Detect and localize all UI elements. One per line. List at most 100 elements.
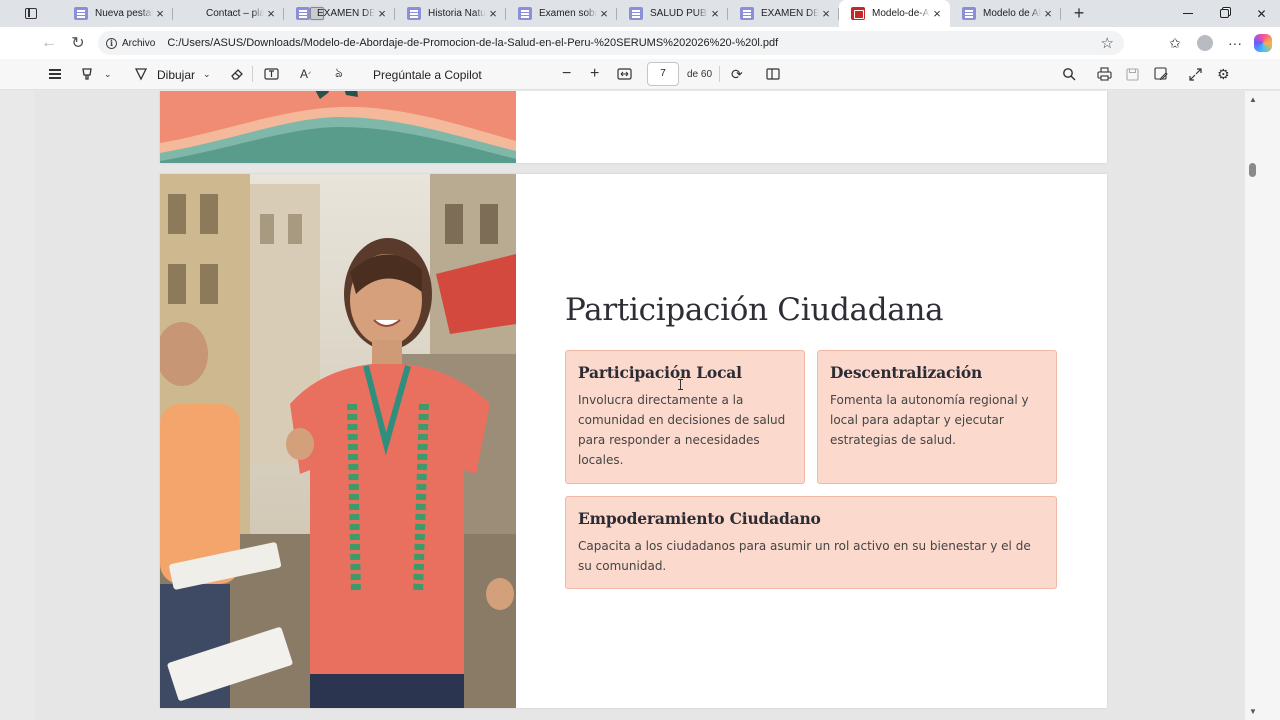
toolbar-separator — [252, 66, 253, 82]
info-card: Descentralización Fomenta la autonomía r… — [817, 350, 1057, 484]
card-text: Involucra directamente a la comunidad en… — [578, 393, 786, 467]
close-icon[interactable]: × — [708, 6, 722, 21]
favorites-icon[interactable]: ✩ — [1164, 32, 1186, 54]
close-window-button[interactable]: ✕ — [1243, 0, 1280, 27]
pdf-toolbar: ⌄ Dibujar ⌄ Aᐟ ঌ Pregúntale a Copilot − … — [0, 59, 1280, 90]
tab-label: SALUD PUBLIC — [650, 8, 708, 19]
tab-label: Nueva pestaña — [95, 8, 153, 19]
url-text[interactable]: C:/Users/ASUS/Downloads/Modelo-de-Aborda… — [167, 37, 778, 49]
doc-icon — [518, 7, 532, 20]
tab-label: Examen sobre l — [539, 8, 597, 19]
page-view-icon[interactable] — [766, 62, 780, 86]
pdf-viewer[interactable]: Participación Ciudadana Participación Lo… — [35, 91, 1245, 720]
tab-0[interactable]: Nueva pestaña × — [62, 0, 173, 27]
text-box-icon[interactable] — [264, 62, 279, 86]
highlight-icon[interactable] — [80, 62, 94, 86]
doc-icon — [740, 7, 754, 20]
refresh-button[interactable]: ↻ — [63, 28, 93, 58]
scrollbar-thumb[interactable] — [1249, 163, 1256, 177]
pdf-page-previous — [160, 91, 1107, 163]
print-icon[interactable] — [1097, 62, 1112, 86]
info-card: Participación Local Involucra directamen… — [565, 350, 805, 484]
url-field[interactable]: i Archivo C:/Users/ASUS/Downloads/Modelo… — [98, 31, 1124, 55]
expand-icon[interactable] — [1189, 62, 1202, 86]
tab-strip: Nueva pestaña × Contact – plan × EXAMEN … — [0, 0, 1280, 27]
tab-7-active[interactable]: Modelo-de-Ab × — [839, 0, 950, 27]
card-text: Capacita a los ciudadanos para asumir un… — [578, 539, 1031, 573]
eraser-icon[interactable] — [230, 62, 244, 86]
tab-1[interactable]: Contact – plan × — [173, 0, 324, 27]
doc-icon — [74, 7, 88, 20]
window-controls: ✕ — [1169, 0, 1280, 27]
browser-actions: ✩ ··· — [1164, 27, 1272, 59]
new-tab-button[interactable]: + — [1065, 0, 1093, 27]
page-total-label: de 60 — [687, 69, 713, 80]
minimize-button[interactable] — [1169, 0, 1206, 27]
card-title: Participación Local — [578, 363, 742, 382]
rotate-icon[interactable]: ⟳ — [731, 62, 743, 86]
illustration-image — [160, 91, 516, 163]
doc-icon — [962, 7, 976, 20]
favorite-star-icon[interactable]: ☆ — [1101, 34, 1114, 52]
tab-actions-icon — [25, 8, 37, 19]
copilot-icon[interactable] — [1254, 34, 1272, 52]
maximize-button[interactable] — [1206, 0, 1243, 27]
info-card: Empoderamiento Ciudadano Capacita a los … — [565, 496, 1057, 589]
save-icon[interactable] — [1126, 62, 1139, 86]
fit-page-icon[interactable] — [617, 62, 632, 86]
tab-label: Modelo de Abc — [983, 8, 1041, 19]
settings-gear-icon[interactable]: ⚙ — [1217, 62, 1230, 86]
card-title: Descentralización — [830, 363, 983, 382]
tab-actions-button[interactable] — [0, 0, 62, 27]
close-icon[interactable]: × — [1041, 6, 1055, 21]
contents-icon[interactable] — [48, 62, 62, 86]
toolbar-separator — [719, 66, 720, 82]
read-aloud-icon[interactable]: Aᐟ — [300, 62, 311, 86]
ask-copilot-button[interactable]: Pregúntale a Copilot — [373, 68, 482, 82]
scroll-down-arrow-icon[interactable]: ▼ — [1245, 707, 1261, 716]
tab-label: EXAMEN DE SA — [317, 8, 375, 19]
tab-label: Historia Natural — [428, 8, 486, 19]
pdf-page-current: Participación Ciudadana Participación Lo… — [160, 174, 1107, 708]
translate-icon[interactable]: ঌ — [335, 62, 343, 86]
close-icon[interactable]: × — [375, 6, 389, 21]
scroll-up-arrow-icon[interactable]: ▲ — [1245, 95, 1261, 104]
viewer-left-gutter — [0, 91, 35, 720]
tab-6[interactable]: EXAMEN DE SA × — [728, 0, 839, 27]
tab-label: EXAMEN DE SA — [761, 8, 819, 19]
draw-dropdown-icon[interactable]: ⌄ — [203, 62, 211, 86]
card-text: Fomenta la autonomía regional y local pa… — [830, 393, 1029, 447]
info-icon[interactable]: i — [106, 37, 117, 49]
zoom-out-icon[interactable]: − — [562, 62, 571, 86]
doc-icon — [407, 7, 421, 20]
tab-5[interactable]: SALUD PUBLIC × — [617, 0, 728, 27]
profile-avatar[interactable] — [1197, 35, 1213, 51]
doc-icon — [296, 7, 310, 20]
more-menu-icon[interactable]: ··· — [1224, 32, 1246, 54]
close-icon[interactable]: × — [930, 6, 944, 21]
file-chip: Archivo — [122, 37, 156, 49]
doc-icon — [629, 7, 643, 20]
close-icon[interactable]: × — [819, 6, 833, 21]
back-button[interactable]: ← — [34, 28, 64, 58]
close-icon[interactable]: × — [597, 6, 611, 21]
close-icon[interactable]: × — [153, 6, 167, 21]
tab-2[interactable]: EXAMEN DE SA × — [284, 0, 395, 27]
draw-label[interactable]: Dibujar — [157, 68, 195, 82]
tab-label: Contact – plan — [206, 8, 264, 19]
draw-icon[interactable] — [134, 62, 148, 86]
tab-4[interactable]: Examen sobre l × — [506, 0, 617, 27]
close-icon[interactable]: × — [486, 6, 500, 21]
vertical-scrollbar[interactable]: ▲ ▼ — [1245, 91, 1280, 720]
text-cursor-icon — [678, 379, 683, 390]
zoom-in-icon[interactable]: + — [590, 62, 599, 86]
highlight-dropdown-icon[interactable]: ⌄ — [104, 62, 112, 86]
tab-3[interactable]: Historia Natural × — [395, 0, 506, 27]
page-number-input[interactable]: 7 — [647, 62, 679, 86]
card-title: Empoderamiento Ciudadano — [578, 509, 821, 528]
close-icon[interactable]: × — [264, 6, 278, 21]
save-as-icon[interactable] — [1154, 62, 1168, 86]
search-icon[interactable] — [1062, 62, 1076, 86]
tab-8[interactable]: Modelo de Abc × — [950, 0, 1061, 27]
slide-title: Participación Ciudadana — [565, 292, 944, 328]
